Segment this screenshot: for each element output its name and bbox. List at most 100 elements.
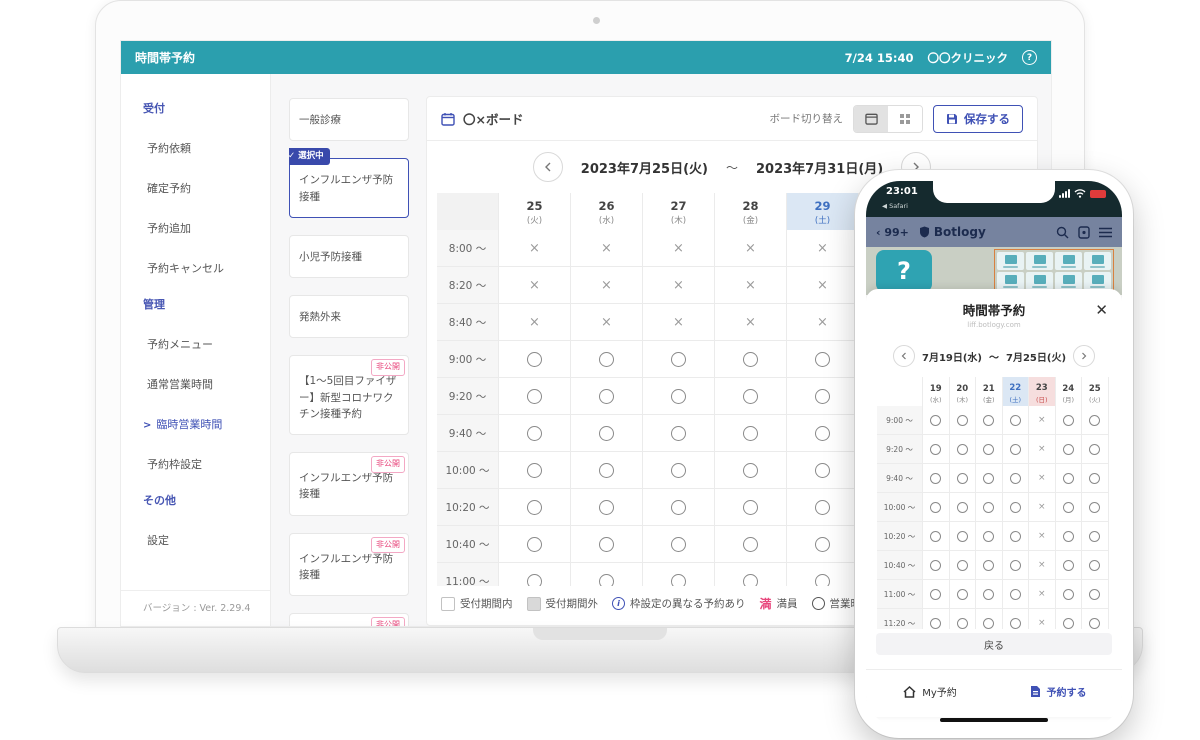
rich-menu-tile[interactable] xyxy=(1084,272,1111,290)
slot-cell[interactable] xyxy=(571,341,643,378)
back-button[interactable]: 戻る xyxy=(876,633,1112,655)
rich-menu-tile[interactable] xyxy=(1026,272,1053,290)
slot-cell[interactable] xyxy=(923,551,950,580)
slot-cell[interactable] xyxy=(1082,406,1109,435)
slot-cell[interactable]: × xyxy=(571,267,643,304)
slot-cell[interactable] xyxy=(715,563,787,586)
slot-cell[interactable] xyxy=(1056,493,1083,522)
rich-menu-tile[interactable] xyxy=(1055,252,1082,270)
slot-cell[interactable] xyxy=(571,489,643,526)
slot-cell[interactable] xyxy=(1003,609,1030,629)
help-icon[interactable]: ? xyxy=(1022,50,1037,65)
slot-cell[interactable] xyxy=(1003,580,1030,609)
slot-cell[interactable]: × xyxy=(499,267,571,304)
rich-menu-tile[interactable] xyxy=(997,252,1024,270)
day-column-header[interactable]: 28(金) xyxy=(715,193,787,233)
slot-cell[interactable] xyxy=(643,341,715,378)
slot-cell[interactable] xyxy=(715,378,787,415)
menu-card[interactable]: 非公開インフルエンザ予防接種 xyxy=(289,613,409,626)
slot-cell[interactable] xyxy=(923,522,950,551)
slot-cell[interactable] xyxy=(950,522,977,551)
slot-cell[interactable] xyxy=(976,609,1003,629)
sidebar-item-link[interactable]: 通常営業時間 xyxy=(147,376,270,392)
slot-cell[interactable] xyxy=(976,580,1003,609)
slot-cell[interactable] xyxy=(787,526,859,563)
menu-icon[interactable] xyxy=(1099,227,1112,238)
slot-cell[interactable]: × xyxy=(1029,435,1056,464)
slot-cell[interactable] xyxy=(950,406,977,435)
slot-cell[interactable] xyxy=(950,464,977,493)
menu-card[interactable]: 一般診療 xyxy=(289,98,409,141)
slot-cell[interactable] xyxy=(950,493,977,522)
slot-cell[interactable]: × xyxy=(1029,551,1056,580)
slot-cell[interactable] xyxy=(643,415,715,452)
slot-cell[interactable] xyxy=(1056,551,1083,580)
day-column-header[interactable]: 25(火) xyxy=(499,193,571,233)
call-icon[interactable] xyxy=(1078,226,1090,239)
save-button[interactable]: 保存する xyxy=(933,105,1023,133)
slot-cell[interactable]: × xyxy=(643,304,715,341)
slot-cell[interactable] xyxy=(950,580,977,609)
slot-cell[interactable] xyxy=(950,609,977,629)
slot-cell[interactable] xyxy=(976,551,1003,580)
slot-cell[interactable] xyxy=(499,563,571,586)
slot-cell[interactable] xyxy=(923,609,950,629)
modal-prev-week-button[interactable] xyxy=(893,345,915,367)
slot-cell[interactable] xyxy=(1082,609,1109,629)
slot-cell[interactable] xyxy=(571,452,643,489)
day-column-header[interactable]: 26(水) xyxy=(571,193,643,233)
slot-cell[interactable] xyxy=(1082,464,1109,493)
grid-view-button[interactable] xyxy=(888,106,922,132)
slot-cell[interactable] xyxy=(499,489,571,526)
slot-cell[interactable] xyxy=(976,493,1003,522)
slot-cell[interactable] xyxy=(923,435,950,464)
slot-cell[interactable] xyxy=(571,415,643,452)
slot-cell[interactable]: × xyxy=(1029,522,1056,551)
slot-cell[interactable] xyxy=(1003,522,1030,551)
slot-cell[interactable] xyxy=(1056,580,1083,609)
slot-cell[interactable] xyxy=(643,489,715,526)
slot-cell[interactable] xyxy=(499,526,571,563)
question-tile[interactable]: ? xyxy=(876,250,932,292)
slot-cell[interactable] xyxy=(643,526,715,563)
slot-cell[interactable] xyxy=(715,415,787,452)
slot-cell[interactable] xyxy=(1082,522,1109,551)
slot-cell[interactable] xyxy=(1056,609,1083,629)
slot-cell[interactable] xyxy=(643,452,715,489)
slot-cell[interactable] xyxy=(499,452,571,489)
modal-next-week-button[interactable] xyxy=(1073,345,1095,367)
rich-menu-tile[interactable] xyxy=(997,272,1024,290)
slot-cell[interactable] xyxy=(1082,435,1109,464)
sidebar-item-link[interactable]: 予約依頼 xyxy=(147,140,270,156)
slot-cell[interactable] xyxy=(976,464,1003,493)
slot-cell[interactable] xyxy=(1003,493,1030,522)
slot-cell[interactable] xyxy=(787,378,859,415)
sidebar-item-link[interactable]: 設定 xyxy=(147,532,270,548)
calendar-view-button[interactable] xyxy=(854,106,888,132)
slot-cell[interactable] xyxy=(499,341,571,378)
sidebar-item-active[interactable]: >臨時営業時間 xyxy=(143,416,270,432)
slot-cell[interactable] xyxy=(1003,435,1030,464)
slot-cell[interactable]: × xyxy=(715,230,787,267)
close-icon[interactable]: ✕ xyxy=(1095,303,1108,318)
menu-card[interactable]: 非公開インフルエンザ予防接種 xyxy=(289,452,409,516)
menu-card[interactable]: 小児予防接種 xyxy=(289,235,409,278)
sidebar-item-link[interactable]: 予約メニュー xyxy=(147,336,270,352)
slot-cell[interactable] xyxy=(715,526,787,563)
reserve-nav[interactable]: 予約する xyxy=(994,670,1122,713)
slot-cell[interactable] xyxy=(787,563,859,586)
prev-week-button[interactable] xyxy=(533,152,563,182)
slot-cell[interactable] xyxy=(499,378,571,415)
my-reservations-nav[interactable]: My予約 xyxy=(866,670,994,713)
slot-cell[interactable]: × xyxy=(787,304,859,341)
slot-cell[interactable]: × xyxy=(571,230,643,267)
slot-cell[interactable]: × xyxy=(1029,464,1056,493)
slot-cell[interactable] xyxy=(1056,406,1083,435)
slot-cell[interactable] xyxy=(715,341,787,378)
slot-cell[interactable] xyxy=(715,452,787,489)
slot-cell[interactable] xyxy=(715,489,787,526)
sidebar-item-link[interactable]: 予約枠設定 xyxy=(147,456,270,472)
slot-cell[interactable] xyxy=(643,378,715,415)
slot-cell[interactable] xyxy=(923,464,950,493)
slot-cell[interactable] xyxy=(976,406,1003,435)
